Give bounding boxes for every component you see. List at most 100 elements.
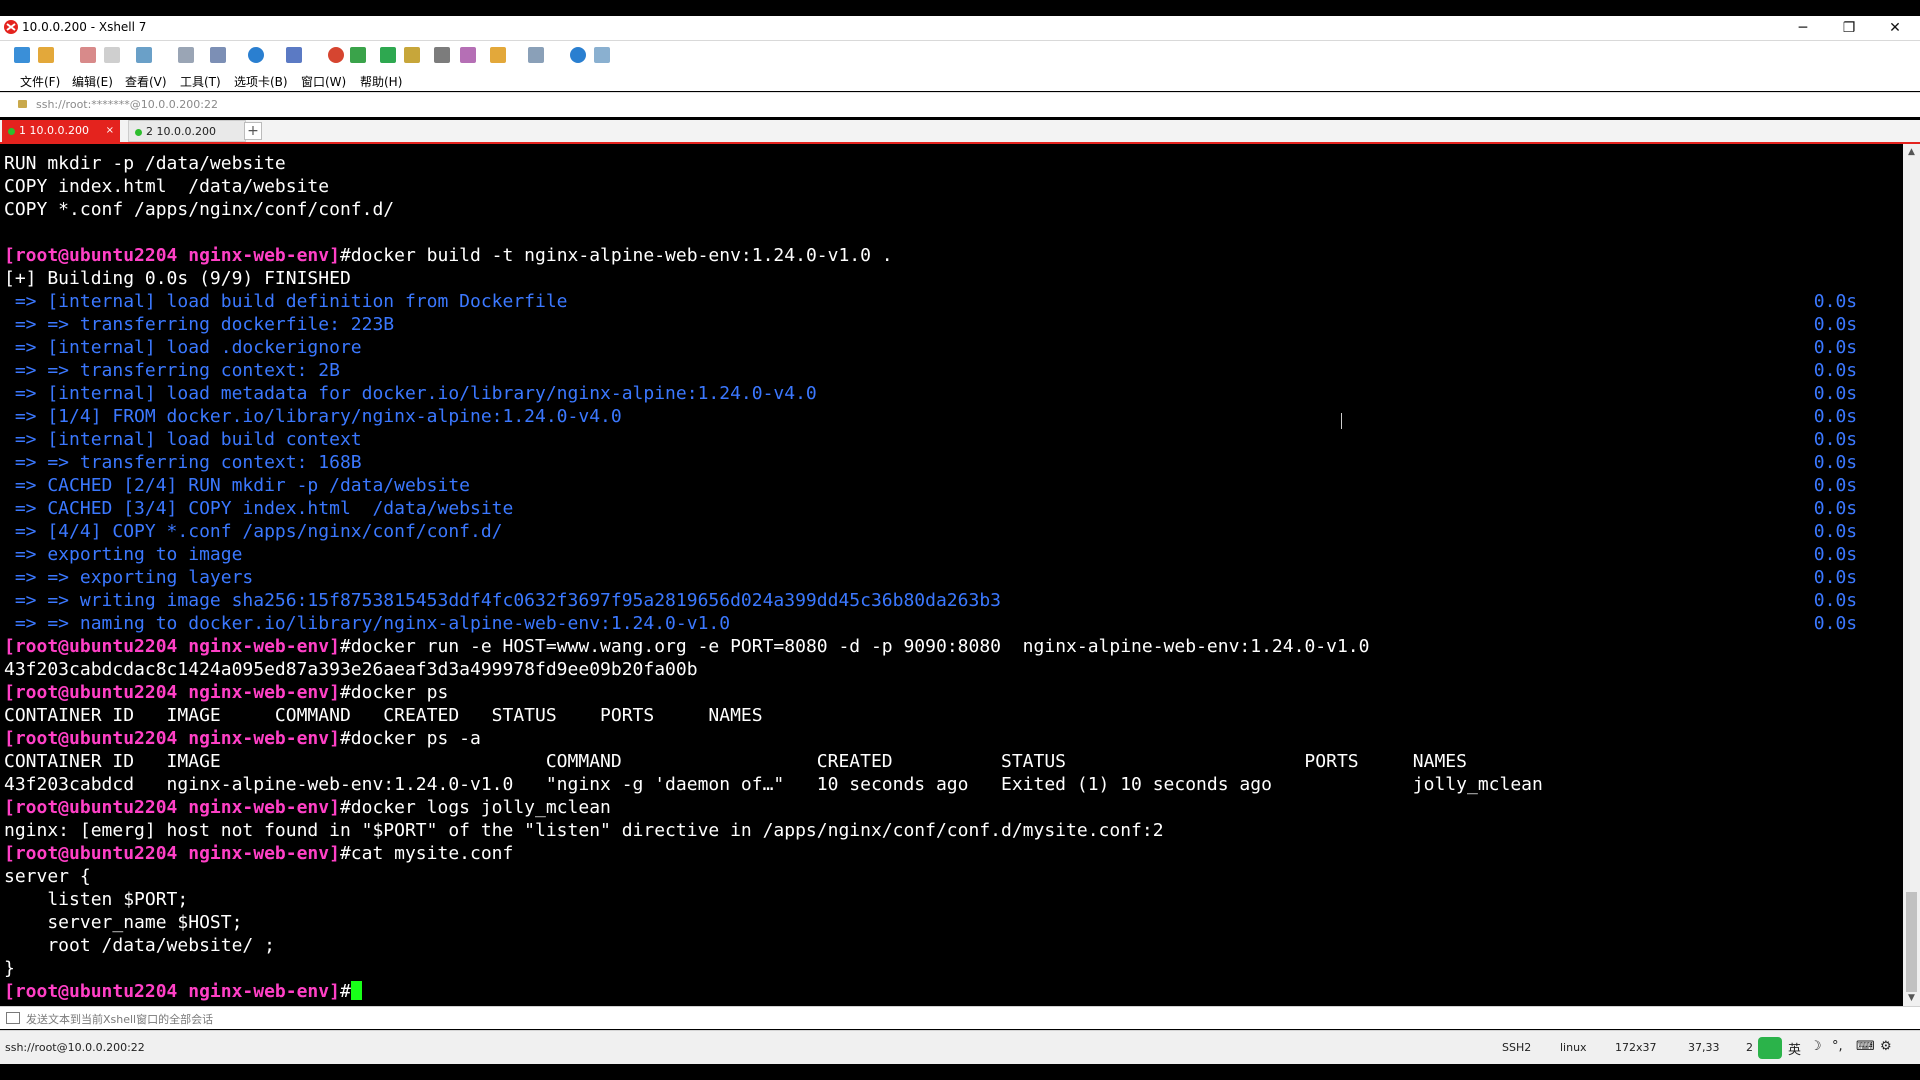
address-lock-icon bbox=[18, 100, 27, 108]
command-output: COPY *.conf /apps/nginx/conf/conf.d/ bbox=[4, 199, 395, 220]
shell-command: #docker ps -a bbox=[339, 728, 481, 749]
shell-command: #docker run -e HOST=www.wang.org -e PORT… bbox=[339, 636, 1370, 657]
shell-command: # bbox=[339, 981, 351, 1002]
disconnect-icon[interactable] bbox=[104, 47, 120, 63]
scroll-down-icon[interactable]: ▼ bbox=[1903, 990, 1920, 1006]
build-step: => => naming to docker.io/library/nginx-… bbox=[4, 613, 1858, 634]
scroll-up-icon[interactable]: ▲ bbox=[1903, 144, 1920, 160]
command-output: root /data/website/ ; bbox=[4, 935, 275, 956]
terminal-line: => => naming to docker.io/library/nginx-… bbox=[4, 612, 1903, 635]
ime-keyboard-icon[interactable]: ⌨ bbox=[1856, 1039, 1875, 1054]
help-icon[interactable] bbox=[570, 47, 586, 63]
script-icon[interactable] bbox=[460, 47, 476, 63]
terminal-scrollbar[interactable]: ▲ ▼ bbox=[1903, 144, 1920, 1006]
ime-moon-icon[interactable]: ☽ bbox=[1810, 1039, 1822, 1054]
shell-prompt: [root@ubuntu2204 nginx-web-env] bbox=[4, 981, 340, 1002]
font-icon[interactable] bbox=[286, 47, 302, 63]
terminal-line: [root@ubuntu2204 nginx-web-env]# bbox=[4, 980, 1903, 1003]
terminal-line: CONTAINER ID IMAGE COMMAND CREATED STATU… bbox=[4, 750, 1903, 773]
open-folder-icon[interactable] bbox=[38, 47, 54, 63]
terminal-line: } bbox=[4, 957, 1903, 980]
scroll-thumb[interactable] bbox=[1906, 892, 1917, 992]
minimize-button[interactable]: ─ bbox=[1780, 16, 1826, 40]
command-output: 43f203cabdcd nginx-alpine-web-env:1.24.0… bbox=[4, 774, 1543, 795]
build-step: => CACHED [3/4] COPY index.html /data/we… bbox=[4, 498, 1858, 519]
terminal-line: => => writing image sha256:15f8753815453… bbox=[4, 589, 1903, 612]
address-url[interactable]: ssh://root:*******@10.0.0.200:22 bbox=[36, 98, 218, 111]
build-step: => => writing image sha256:15f8753815453… bbox=[4, 590, 1858, 611]
menu-tabs[interactable]: 选项卡(B) bbox=[234, 73, 288, 90]
session-tab-bar: 1 10.0.0.200 × 2 10.0.0.200 + bbox=[0, 120, 1920, 144]
status-cursor-position: 37,33 bbox=[1688, 1041, 1720, 1054]
terminal-line: 43f203cabdcd nginx-alpine-web-env:1.24.0… bbox=[4, 773, 1903, 796]
menu-tools[interactable]: 工具(T) bbox=[180, 73, 221, 90]
terminal-line: => exporting to image 0.0s bbox=[4, 543, 1903, 566]
lock-icon[interactable] bbox=[404, 47, 420, 63]
close-button[interactable]: ✕ bbox=[1872, 16, 1918, 40]
status-terminal-type: linux bbox=[1560, 1041, 1587, 1054]
command-output: } bbox=[4, 958, 15, 979]
menu-window[interactable]: 窗口(W) bbox=[301, 73, 346, 90]
connect-icon[interactable] bbox=[80, 47, 96, 63]
new-session-icon[interactable] bbox=[14, 47, 30, 63]
chat-icon[interactable] bbox=[594, 47, 610, 63]
terminal-line: [+] Building 0.0s (9/9) FINISHED bbox=[4, 267, 1903, 290]
reconnect-icon[interactable] bbox=[136, 47, 152, 63]
tab-close-icon[interactable]: × bbox=[106, 120, 114, 142]
build-step: => [4/4] COPY *.conf /apps/nginx/conf/co… bbox=[4, 521, 1858, 542]
search-icon[interactable] bbox=[178, 47, 194, 63]
ime-punctuation-icon[interactable]: °, bbox=[1832, 1039, 1843, 1054]
menu-view[interactable]: 查看(V) bbox=[125, 73, 167, 90]
shell-command: #cat mysite.conf bbox=[339, 843, 514, 864]
terminal-line: => => transferring dockerfile: 223B 0.0s bbox=[4, 313, 1903, 336]
menu-help[interactable]: 帮助(H) bbox=[360, 73, 402, 90]
terminal-line: => CACHED [2/4] RUN mkdir -p /data/websi… bbox=[4, 474, 1903, 497]
shell-command: #docker ps bbox=[339, 682, 449, 703]
terminal-line: => => transferring context: 2B 0.0s bbox=[4, 359, 1903, 382]
status-terminal-size: 172x37 bbox=[1615, 1041, 1657, 1054]
shell-command: #docker build -t nginx-alpine-web-env:1.… bbox=[339, 245, 893, 266]
status-protocol: SSH2 bbox=[1502, 1041, 1532, 1054]
terminal-line: CONTAINER ID IMAGE COMMAND CREATED STATU… bbox=[4, 704, 1903, 727]
address-bar[interactable]: ssh://root:*******@10.0.0.200:22 bbox=[0, 92, 1920, 117]
mouse-ibeam-cursor-icon bbox=[1337, 411, 1347, 431]
tab-session-1[interactable]: 1 10.0.0.200 × bbox=[2, 120, 120, 142]
terminal-line: [root@ubuntu2204 nginx-web-env]#docker b… bbox=[4, 244, 1903, 267]
ime-logo-icon[interactable] bbox=[1758, 1037, 1782, 1059]
terminal-area[interactable]: RUN mkdir -p /data/website COPY index.htm… bbox=[0, 144, 1903, 1006]
shell-prompt: [root@ubuntu2204 nginx-web-env] bbox=[4, 682, 340, 703]
compose-hint: 发送文本到当前Xshell窗口的全部会话 bbox=[26, 1013, 214, 1026]
menu-file[interactable]: 文件(F) bbox=[20, 73, 60, 90]
xagent-icon[interactable] bbox=[350, 47, 366, 63]
compose-icon[interactable] bbox=[490, 47, 506, 63]
build-step: => => transferring context: 168B 0.0s bbox=[4, 452, 1858, 473]
command-output: CONTAINER ID IMAGE COMMAND CREATED STATU… bbox=[4, 751, 1467, 772]
terminal-line: server_name $HOST; bbox=[4, 911, 1903, 934]
properties-icon[interactable] bbox=[210, 47, 226, 63]
build-step: => [internal] load build definition from… bbox=[4, 291, 1858, 312]
fullscreen-icon[interactable] bbox=[380, 47, 396, 63]
command-output: server { bbox=[4, 866, 91, 887]
globe-icon[interactable] bbox=[248, 47, 264, 63]
keyboard-icon[interactable] bbox=[434, 47, 450, 63]
add-tab-button[interactable]: + bbox=[244, 122, 262, 140]
terminal-output: RUN mkdir -p /data/website COPY index.htm… bbox=[0, 144, 1903, 1003]
build-step: => [internal] load .dockerignore 0.0s bbox=[4, 337, 1858, 358]
tab-session-2[interactable]: 2 10.0.0.200 bbox=[128, 120, 246, 142]
terminal-line: [root@ubuntu2204 nginx-web-env]#docker l… bbox=[4, 796, 1903, 819]
compose-bar[interactable]: 发送文本到当前Xshell窗口的全部会话 bbox=[0, 1006, 1920, 1029]
ime-settings-icon[interactable]: ⚙ bbox=[1880, 1039, 1892, 1054]
layout-icon[interactable] bbox=[528, 47, 544, 63]
terminal-line: nginx: [emerg] host not found in "$PORT"… bbox=[4, 819, 1903, 842]
terminal-line: => => transferring context: 168B 0.0s bbox=[4, 451, 1903, 474]
build-step: => [internal] load metadata for docker.i… bbox=[4, 383, 1858, 404]
build-step: => [internal] load build context 0.0s bbox=[4, 429, 1858, 450]
ime-language[interactable]: 英 bbox=[1788, 1039, 1801, 1058]
terminal-line: => [internal] load metadata for docker.i… bbox=[4, 382, 1903, 405]
xftp-icon[interactable] bbox=[328, 47, 344, 63]
connected-status-icon bbox=[8, 127, 15, 135]
menu-edit[interactable]: 编辑(E) bbox=[72, 73, 113, 90]
restore-button[interactable]: ❐ bbox=[1826, 16, 1872, 40]
terminal-line: => [1/4] FROM docker.io/library/nginx-al… bbox=[4, 405, 1903, 428]
tab-session-2-label: 2 10.0.0.200 bbox=[146, 125, 216, 138]
